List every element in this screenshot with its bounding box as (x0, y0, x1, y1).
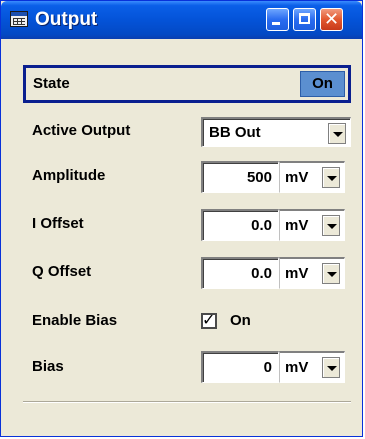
i-offset-unit-dropdown-button[interactable] (322, 215, 340, 236)
i-offset-unit-select[interactable]: mV (279, 209, 345, 241)
i-offset-value: 0.0 (251, 217, 272, 234)
checkmark-icon: ✓ (202, 310, 216, 329)
amplitude-input[interactable]: 500 (201, 161, 279, 193)
minimize-icon (272, 22, 280, 25)
maximize-button[interactable] (293, 8, 316, 31)
active-output-label: Active Output (32, 122, 131, 139)
amplitude-value: 500 (246, 169, 272, 186)
enable-bias-label: Enable Bias (32, 312, 118, 329)
i-offset-input[interactable]: 0.0 (201, 209, 279, 241)
bias-label: Bias (32, 358, 64, 375)
bias-unit-select[interactable]: mV (279, 351, 345, 383)
bias-value: 0 (263, 359, 272, 376)
bias-input[interactable]: 0 (201, 351, 279, 383)
chevron-down-icon (327, 176, 337, 181)
state-label: State (33, 75, 70, 92)
close-button[interactable]: ✕ (320, 8, 343, 31)
chevron-down-icon (327, 272, 337, 277)
q-offset-unit-select[interactable]: mV (279, 257, 345, 289)
q-offset-unit-dropdown-button[interactable] (322, 263, 340, 284)
bias-unit-dropdown-button[interactable] (322, 357, 340, 378)
window-title: Output (35, 9, 98, 30)
i-offset-label: I Offset (32, 215, 84, 232)
enable-bias-checkbox-label[interactable]: On (230, 305, 251, 337)
amplitude-unit-select[interactable]: mV (279, 161, 345, 193)
amplitude-unit: mV (285, 169, 309, 186)
enable-bias-checkbox[interactable]: ✓ (201, 310, 217, 329)
minimize-button[interactable] (266, 8, 289, 31)
active-output-select[interactable]: BB Out (201, 117, 351, 147)
divider (23, 401, 351, 403)
active-output-dropdown-button[interactable] (328, 123, 346, 144)
bias-unit: mV (285, 359, 309, 376)
amplitude-unit-dropdown-button[interactable] (322, 167, 340, 188)
chevron-down-icon (327, 224, 337, 229)
chevron-down-icon (333, 132, 343, 137)
active-output-value: BB Out (209, 124, 261, 141)
maximize-icon (299, 13, 310, 24)
q-offset-unit: mV (285, 265, 309, 282)
table-icon-header (11, 12, 27, 16)
output-window: Output ✕ State On Active Output BB Out A… (0, 0, 363, 437)
table-icon-grid (13, 18, 25, 25)
i-offset-unit: mV (285, 217, 309, 234)
title-bar[interactable]: Output ✕ (1, 1, 362, 39)
close-icon: ✕ (323, 9, 340, 30)
state-toggle-button[interactable]: On (300, 71, 345, 97)
amplitude-label: Amplitude (32, 167, 106, 184)
table-icon (10, 11, 28, 27)
chevron-down-icon (327, 366, 337, 371)
q-offset-label: Q Offset (32, 263, 92, 280)
q-offset-value: 0.0 (251, 265, 272, 282)
state-row: State On (23, 65, 351, 103)
q-offset-input[interactable]: 0.0 (201, 257, 279, 289)
